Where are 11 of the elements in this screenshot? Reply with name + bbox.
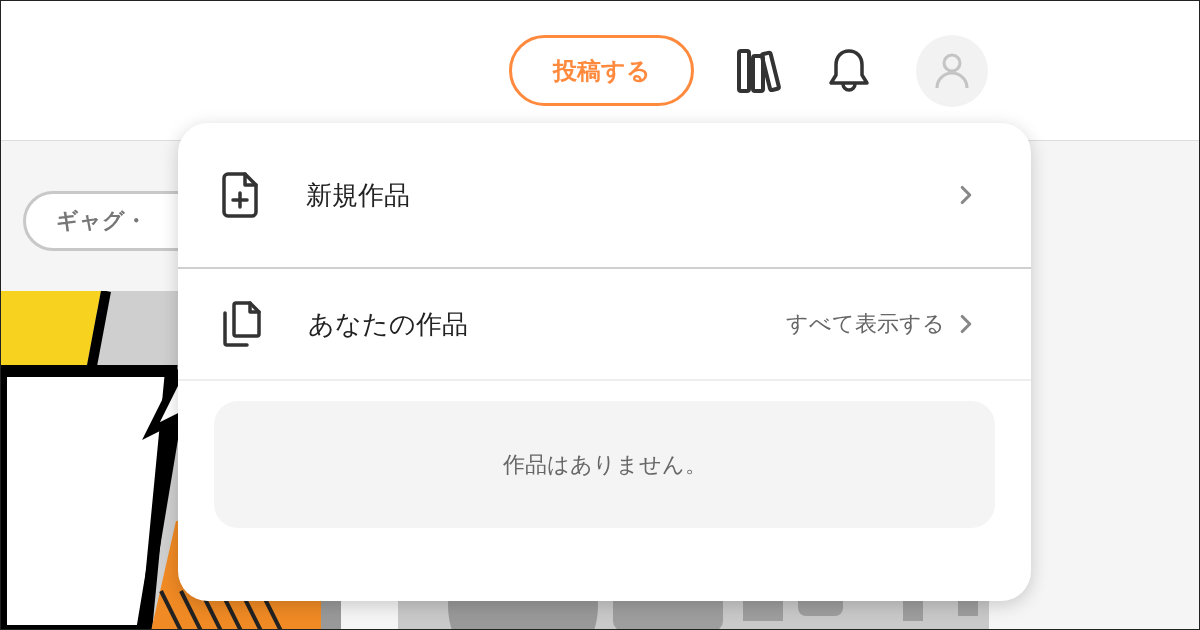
menu-item[interactable]: あなたの作品 すべて表示する	[178, 269, 1031, 381]
view-all-link[interactable]: すべて表示する	[786, 309, 945, 339]
empty-message: 作品はありません。	[502, 450, 707, 479]
bell-icon[interactable]	[828, 47, 870, 94]
documents-icon	[220, 301, 262, 347]
menu-item-label: 新規作品	[306, 178, 411, 212]
menu-item-label: あなたの作品	[308, 307, 469, 341]
bookshelf-icon[interactable]	[736, 47, 782, 94]
person-icon	[934, 51, 970, 90]
file-plus-icon	[220, 172, 260, 218]
menu-item[interactable]: 新規作品	[178, 123, 1031, 269]
